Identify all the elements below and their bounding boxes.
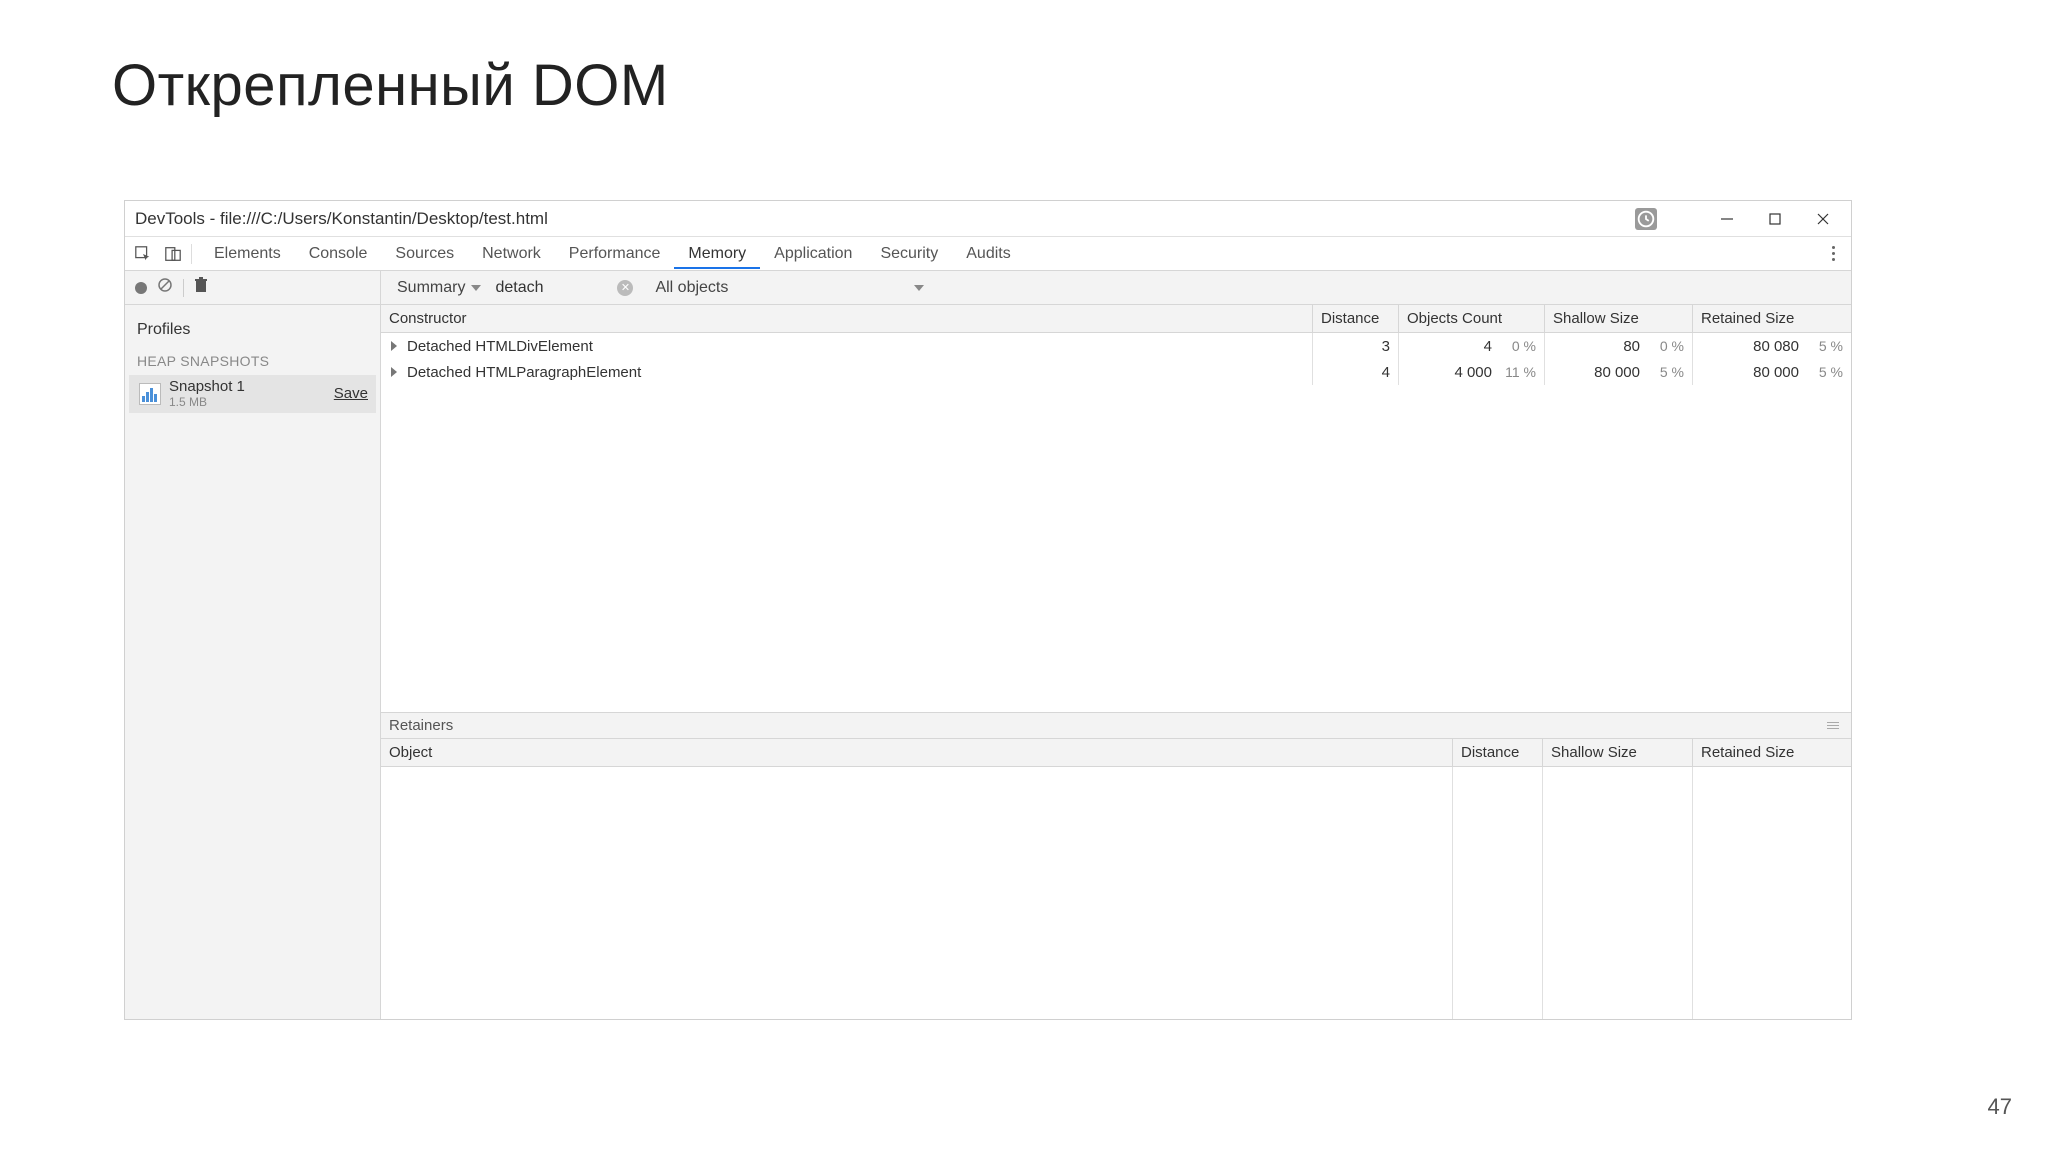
snapshot-save-link[interactable]: Save xyxy=(334,385,368,402)
object-filter-dropdown[interactable]: All objects xyxy=(649,277,734,299)
devtools-window: DevTools - file:///C:/Users/Konstantin/D… xyxy=(124,200,1852,1020)
minimize-button[interactable] xyxy=(1717,209,1737,229)
devtools-tabs: Elements Console Sources Network Perform… xyxy=(125,237,1851,271)
rcol-distance[interactable]: Distance xyxy=(1453,739,1543,766)
retainers-title: Retainers xyxy=(389,717,453,734)
cell-retained-pct: 5 % xyxy=(1809,364,1843,380)
clear-icon[interactable] xyxy=(157,277,173,298)
cell-shallow-pct: 5 % xyxy=(1650,364,1684,380)
chevron-down-icon xyxy=(471,285,481,291)
window-title: DevTools - file:///C:/Users/Konstantin/D… xyxy=(133,209,548,229)
cell-objects-pct: 0 % xyxy=(1502,338,1536,354)
col-constructor[interactable]: Constructor xyxy=(381,305,1313,332)
view-mode-dropdown[interactable]: Summary xyxy=(391,277,487,299)
record-icon[interactable] xyxy=(135,282,147,294)
sidebar-toolbar xyxy=(125,271,380,305)
rcol-retained[interactable]: Retained Size xyxy=(1693,739,1851,766)
constructor-name: Detached HTMLParagraphElement xyxy=(407,364,641,381)
cell-shallow: 80 xyxy=(1623,338,1640,355)
constructors-header: Constructor Distance Objects Count Shall… xyxy=(381,305,1851,333)
table-row[interactable]: Detached HTMLParagraphElement 4 4 000 11… xyxy=(381,359,1851,385)
tab-console[interactable]: Console xyxy=(295,239,382,269)
tab-security[interactable]: Security xyxy=(866,239,952,269)
table-row[interactable]: Detached HTMLDivElement 3 4 0 % 80 0 % 8… xyxy=(381,333,1851,359)
class-filter-input[interactable] xyxy=(495,279,605,297)
cell-retained: 80 080 xyxy=(1753,338,1799,355)
cell-objects-pct: 11 % xyxy=(1502,364,1536,380)
constructors-table: Detached HTMLDivElement 3 4 0 % 80 0 % 8… xyxy=(381,333,1851,713)
object-filter-label: All objects xyxy=(655,279,728,297)
divider xyxy=(183,279,184,297)
profiles-label: Profiles xyxy=(137,315,368,353)
cell-retained: 80 000 xyxy=(1753,364,1799,381)
tab-elements[interactable]: Elements xyxy=(200,239,295,269)
snapshot-name: Snapshot 1 xyxy=(169,379,245,396)
rcol-object[interactable]: Object xyxy=(381,739,1453,766)
profiles-sidebar: Profiles HEAP SNAPSHOTS Snapshot 1 1.5 M… xyxy=(125,271,381,1019)
cell-distance: 3 xyxy=(1313,333,1399,359)
col-objects-count[interactable]: Objects Count xyxy=(1399,305,1545,332)
cell-distance: 4 xyxy=(1313,359,1399,385)
tab-memory[interactable]: Memory xyxy=(674,239,760,269)
extension-badge-icon[interactable] xyxy=(1635,208,1657,230)
snapshot-toolbar: Summary ✕ All objects xyxy=(381,271,1851,305)
retainers-body xyxy=(381,767,1851,1019)
window-titlebar: DevTools - file:///C:/Users/Konstantin/D… xyxy=(125,201,1851,237)
disclosure-triangle-icon[interactable] xyxy=(391,341,397,351)
cell-objects-count: 4 xyxy=(1484,338,1492,355)
view-mode-label: Summary xyxy=(397,279,465,297)
clear-filter-icon[interactable]: ✕ xyxy=(617,280,633,296)
snapshot-icon xyxy=(139,383,161,405)
tab-performance[interactable]: Performance xyxy=(555,239,675,269)
tab-audits[interactable]: Audits xyxy=(952,239,1024,269)
snapshot-item[interactable]: Snapshot 1 1.5 MB Save xyxy=(129,375,376,413)
device-toolbar-icon[interactable] xyxy=(163,244,183,264)
tab-sources[interactable]: Sources xyxy=(381,239,468,269)
col-shallow-size[interactable]: Shallow Size xyxy=(1545,305,1693,332)
delete-icon[interactable] xyxy=(194,277,208,298)
constructor-name: Detached HTMLDivElement xyxy=(407,338,593,355)
kebab-menu-icon[interactable] xyxy=(1824,246,1843,261)
retainers-columns: Object Distance Shallow Size Retained Si… xyxy=(381,739,1851,767)
maximize-button[interactable] xyxy=(1765,209,1785,229)
heap-snapshot-view: Summary ✕ All objects Constructor Distan… xyxy=(381,271,1851,1019)
rcol-shallow[interactable]: Shallow Size xyxy=(1543,739,1693,766)
heap-snapshots-label: HEAP SNAPSHOTS xyxy=(137,353,368,375)
close-button[interactable] xyxy=(1813,209,1833,229)
cell-shallow: 80 000 xyxy=(1594,364,1640,381)
cell-retained-pct: 5 % xyxy=(1809,338,1843,354)
cell-shallow-pct: 0 % xyxy=(1650,338,1684,354)
slide-title: Открепленный DOM xyxy=(112,52,669,119)
menu-icon[interactable] xyxy=(1827,722,1843,729)
inspect-element-icon[interactable] xyxy=(133,244,153,264)
disclosure-triangle-icon[interactable] xyxy=(391,367,397,377)
chevron-down-icon xyxy=(914,285,924,291)
snapshot-size: 1.5 MB xyxy=(169,396,245,409)
slide-page-number: 47 xyxy=(1988,1094,2012,1120)
retainers-header: Retainers xyxy=(381,713,1851,739)
col-retained-size[interactable]: Retained Size xyxy=(1693,305,1851,332)
tab-network[interactable]: Network xyxy=(468,239,555,269)
col-distance[interactable]: Distance xyxy=(1313,305,1399,332)
tab-application[interactable]: Application xyxy=(760,239,866,269)
cell-objects-count: 4 000 xyxy=(1454,364,1492,381)
